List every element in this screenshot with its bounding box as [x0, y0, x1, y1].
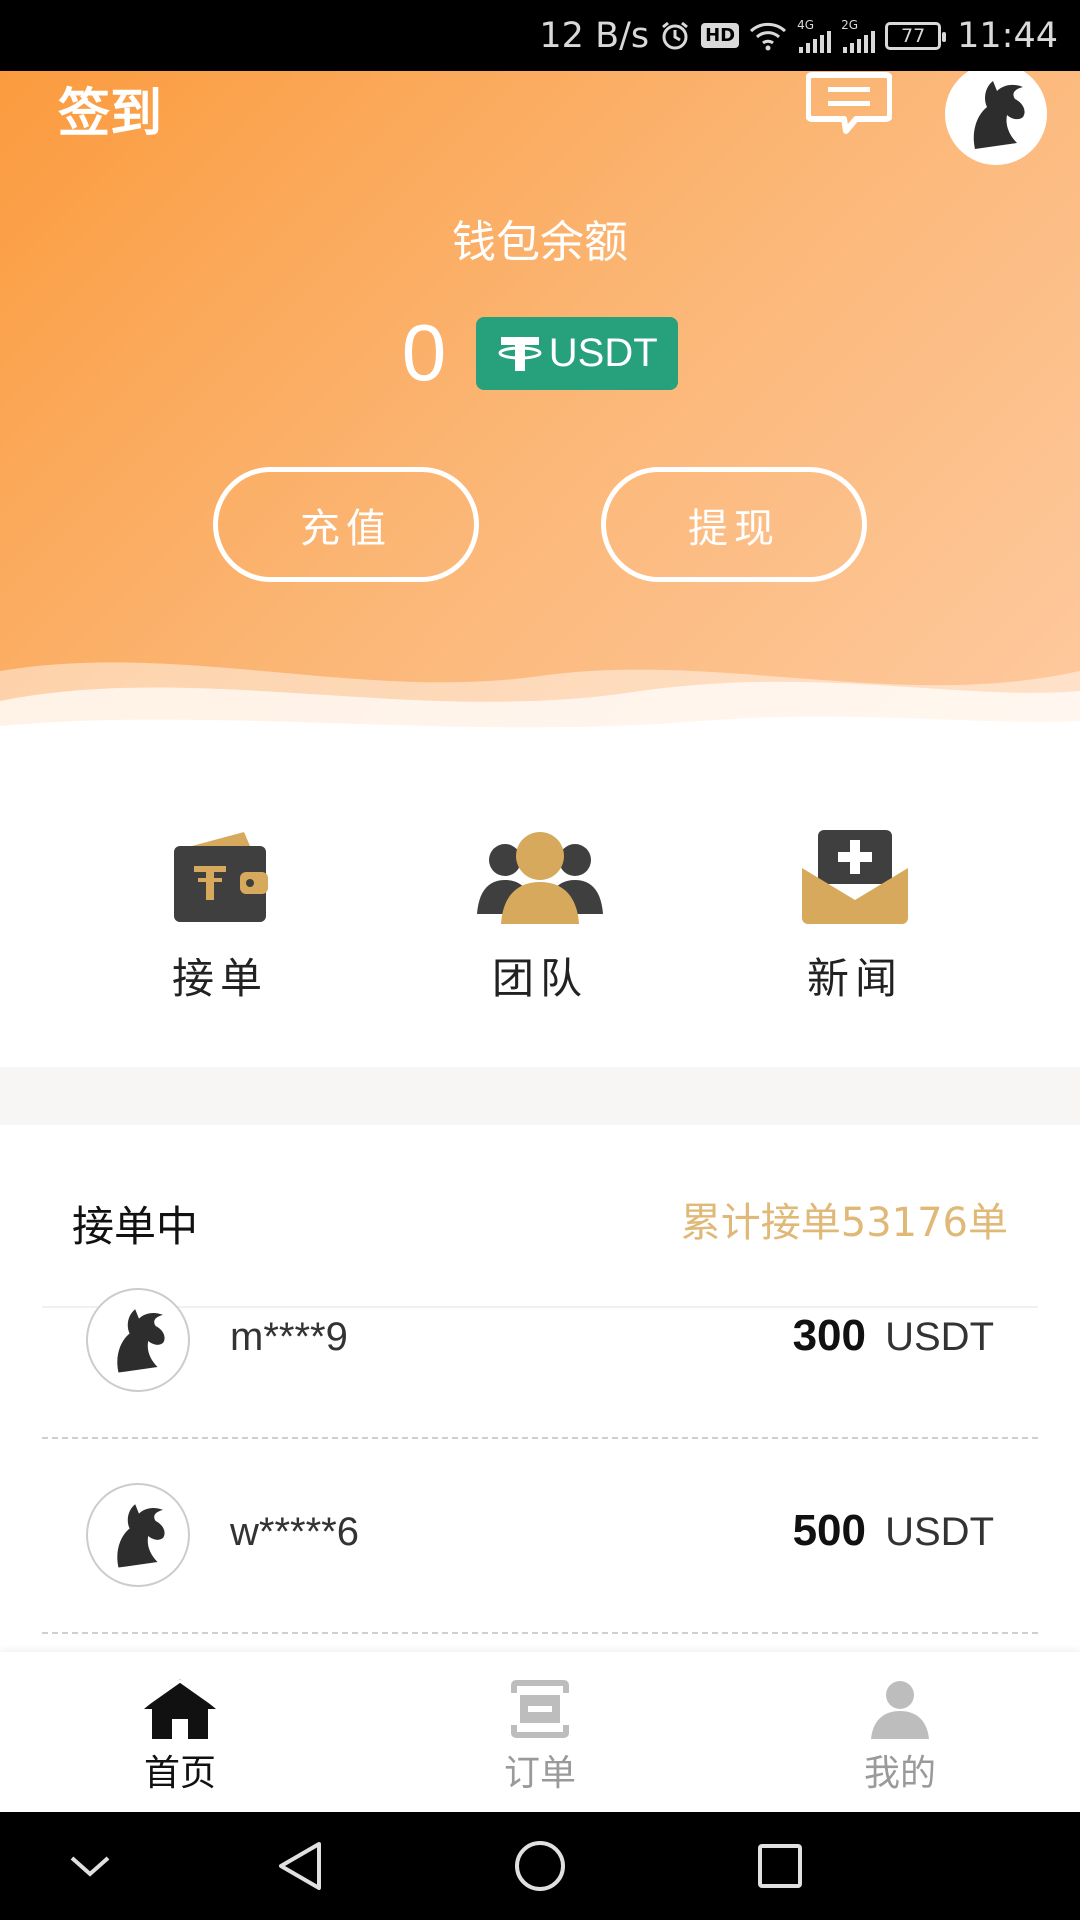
order-unit: USDT: [885, 1510, 994, 1554]
tab-label-orders: 订单: [503, 1753, 576, 1794]
order-amount: 500: [792, 1506, 866, 1555]
menu-item-news[interactable]: 新闻: [755, 821, 955, 1006]
quick-menu: 接单 团队 新闻: [0, 751, 1080, 1067]
withdraw-button[interactable]: 提现: [601, 467, 867, 582]
clock: 11:44: [957, 15, 1058, 56]
wallet-header: 签到 钱包余额 0 USDT 充值 提现: [0, 71, 1080, 751]
wifi-icon: [749, 21, 787, 51]
system-nav-bar: [0, 1812, 1080, 1920]
orders-total: 累计接单53176单: [680, 1200, 1008, 1246]
order-user-name: m****9: [230, 1315, 348, 1359]
order-icon: [495, 1674, 585, 1744]
order-row[interactable]: w*****6 500 USDT: [42, 1438, 1038, 1634]
orders-section: 接单中 累计接单53176单 m****9 300 USDT w*****6 5…: [0, 1125, 1080, 1652]
hd-icon: HD: [701, 23, 740, 48]
tab-label-profile: 我的: [863, 1753, 936, 1794]
recent-apps-icon[interactable]: [750, 1836, 810, 1896]
home-circle-icon[interactable]: [510, 1836, 570, 1896]
bottom-tab-bar: 首页 订单 我的: [0, 1652, 1080, 1812]
usdt-badge: USDT: [476, 316, 679, 390]
battery-icon: 77: [885, 21, 947, 50]
wallet-balance-label: 钱包余额: [452, 217, 628, 268]
signal-2g-icon: 2G: [841, 19, 876, 53]
menu-label-orders: 接单: [171, 954, 268, 1003]
signin-button[interactable]: 签到: [58, 71, 162, 146]
order-avatar: [86, 1288, 190, 1392]
order-avatar: [86, 1483, 190, 1587]
menu-label-team: 团队: [491, 954, 588, 1003]
menu-item-team[interactable]: 团队: [440, 821, 640, 1006]
user-avatar[interactable]: [945, 71, 1047, 165]
chevron-down-icon[interactable]: [60, 1836, 120, 1896]
horse-icon: [117, 1309, 165, 1373]
order-unit: USDT: [885, 1315, 994, 1359]
header-wave: [0, 662, 1080, 751]
order-user-name: w*****6: [230, 1510, 359, 1554]
back-icon[interactable]: [270, 1836, 330, 1896]
network-speed: 12 B/s: [539, 15, 650, 56]
horse-icon: [117, 1504, 165, 1568]
menu-item-orders[interactable]: 接单: [120, 821, 320, 1006]
home-icon: [135, 1674, 225, 1744]
order-amount: 300: [792, 1311, 866, 1360]
horse-icon: [973, 81, 1025, 149]
status-bar: 12 B/s HD 4G 2G 77 11:44: [0, 0, 1080, 71]
signal-4g-icon: 4G: [797, 19, 832, 53]
tab-label-home: 首页: [143, 1753, 216, 1794]
balance-value: 0: [401, 308, 447, 397]
tab-orders[interactable]: 订单: [440, 1674, 640, 1796]
tab-home[interactable]: 首页: [80, 1674, 280, 1796]
order-row[interactable]: m****9 300 USDT: [42, 1243, 1038, 1439]
section-separator: [0, 1067, 1080, 1125]
tether-icon: [498, 337, 542, 371]
tab-profile[interactable]: 我的: [800, 1674, 1000, 1796]
alarm-icon: [659, 20, 691, 52]
balance-row: 0 USDT: [0, 307, 1080, 399]
recharge-button[interactable]: 充值: [213, 467, 479, 582]
mail-icon: [790, 821, 920, 931]
menu-label-news: 新闻: [806, 954, 903, 1003]
profile-icon: [855, 1674, 945, 1744]
message-icon[interactable]: [805, 71, 893, 137]
team-icon: [475, 821, 605, 931]
wallet-icon: [155, 821, 285, 931]
